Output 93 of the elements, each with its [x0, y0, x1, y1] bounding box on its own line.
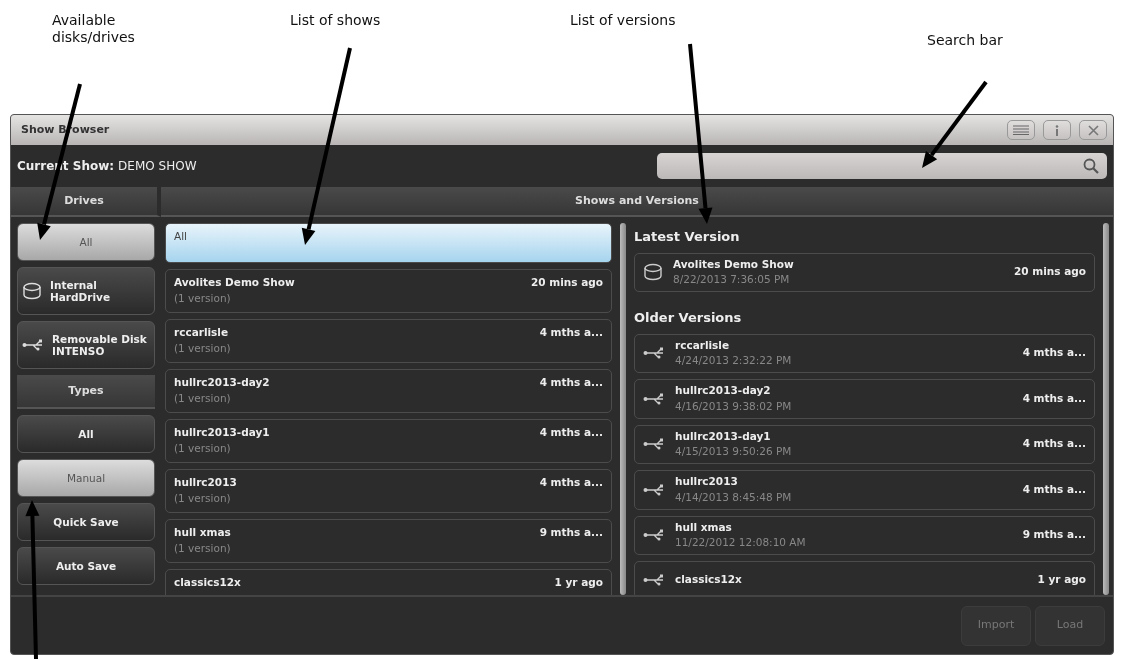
- version-count: (1 version): [174, 540, 232, 556]
- drive-button[interactable]: Internal HardDrive: [17, 267, 155, 315]
- usb-icon: [643, 347, 665, 360]
- column-header: Shows and Versions: [161, 187, 1113, 217]
- drive-button[interactable]: All: [17, 223, 155, 261]
- version-list-item[interactable]: classics12x 1 yr ago: [634, 561, 1095, 595]
- version-date: 11/22/2012 12:08:10 AM: [675, 535, 806, 551]
- type-button[interactable]: Quick Save: [17, 503, 155, 541]
- column-header: Drives: [11, 187, 161, 217]
- version-age: 20 mins ago: [1014, 264, 1086, 280]
- version-count: (1 version): [174, 290, 232, 306]
- type-button[interactable]: All: [17, 415, 155, 453]
- close-button[interactable]: [1079, 120, 1107, 140]
- version-count: (1 version): [174, 340, 232, 356]
- version-list-item[interactable]: rccarlisle 4/24/2013 2:32:22 PM 4 mths a...: [634, 333, 1095, 373]
- current-show-label: Current Show:: [17, 158, 115, 175]
- section-heading: Latest Version: [634, 228, 741, 246]
- callout-label: Search bar: [927, 32, 1003, 49]
- show-age: 4 mths a...: [539, 425, 603, 440]
- show-name: hullrc2013: [174, 475, 237, 490]
- show-list-item[interactable]: hullrc2013-day1 4 mths a... (1 version): [165, 419, 612, 463]
- drive-button[interactable]: Removable Disk INTENSO: [17, 321, 155, 369]
- usb-icon: [643, 574, 665, 586]
- show-list-item[interactable]: All: [165, 223, 612, 263]
- section-heading: Older Versions: [634, 309, 743, 327]
- version-list-item[interactable]: hull xmas 11/22/2012 12:08:10 AM 9 mths a...: [634, 515, 1095, 555]
- show-name: classics12x: [174, 575, 241, 590]
- version-name: hullrc2013-day2: [675, 383, 772, 398]
- version-age: 4 mths a...: [1022, 345, 1086, 361]
- show-name: All: [174, 229, 188, 244]
- version-date: 4/16/2013 9:38:02 PM: [675, 398, 792, 414]
- show-list-item[interactable]: classics12x 1 yr ago: [165, 569, 612, 595]
- version-age: 1 yr ago: [1037, 572, 1086, 588]
- search-icon: [1083, 158, 1099, 174]
- scrollbar[interactable]: [1103, 223, 1109, 595]
- version-date: 4/15/2013 9:50:26 PM: [675, 444, 792, 460]
- version-count: (1 version): [174, 390, 232, 406]
- show-age: 9 mths a...: [539, 525, 603, 540]
- disk-icon: [643, 263, 663, 282]
- show-age: 1 yr ago: [554, 575, 603, 590]
- version-name: classics12x: [675, 572, 742, 588]
- version-name: hullrc2013-day1: [675, 428, 772, 444]
- menu-icon: [1012, 125, 1030, 135]
- show-age: 20 mins ago: [531, 275, 603, 290]
- show-name: hull xmas: [174, 525, 231, 540]
- version-age: 9 mths a...: [1022, 527, 1086, 543]
- usb-icon: [643, 529, 665, 542]
- show-list-item[interactable]: hullrc2013 4 mths a... (1 version): [165, 469, 612, 513]
- disk-icon: [22, 282, 42, 300]
- callout-label: Available disks/drives: [52, 12, 136, 46]
- callout-label: List of versions: [570, 12, 676, 29]
- version-count: (1 version): [174, 440, 232, 456]
- show-age: 4 mths a...: [539, 475, 603, 490]
- show-age: 4 mths a...: [539, 325, 603, 340]
- callout-label: List of shows: [290, 12, 381, 29]
- version-age: 4 mths a...: [1022, 390, 1086, 406]
- menu-button[interactable]: [1007, 120, 1035, 140]
- section-header: Types: [17, 375, 155, 409]
- show-list-item[interactable]: hullrc2013-day2 4 mths a... (1 version): [165, 369, 612, 413]
- current-show-name: DEMO SHOW: [118, 158, 197, 175]
- usb-icon: [643, 483, 665, 496]
- show-list-item[interactable]: rccarlisle 4 mths a... (1 version): [165, 319, 612, 363]
- version-name: hullrc2013: [675, 474, 739, 489]
- version-list-item[interactable]: hullrc2013-day1 4/15/2013 9:50:26 PM 4 mths a...: [634, 424, 1095, 464]
- version-date: 4/14/2013 8:45:48 PM: [675, 489, 792, 505]
- version-date: 8/22/2013 7:36:05 PM: [673, 272, 791, 288]
- version-date: 4/24/2013 2:32:22 PM: [675, 353, 792, 369]
- show-name: hullrc2013-day2: [174, 375, 270, 390]
- usb-icon: [643, 392, 665, 405]
- show-name: rccarlisle: [174, 325, 229, 340]
- info-button[interactable]: [1043, 120, 1071, 140]
- info-icon: [1055, 124, 1059, 136]
- version-list-item[interactable]: hullrc2013-day2 4/16/2013 9:38:02 PM 4 mths a...: [634, 379, 1095, 419]
- search-field[interactable]: [657, 153, 1107, 179]
- version-name: hull xmas: [675, 519, 733, 535]
- version-age: 4 mths a...: [1022, 436, 1086, 452]
- close-icon: [1087, 124, 1099, 136]
- scrollbar[interactable]: [620, 223, 626, 595]
- show-list-item[interactable]: Avolites Demo Show 20 mins ago (1 version): [165, 269, 612, 313]
- usb-icon: [643, 438, 665, 451]
- version-list-item[interactable]: Avolites Demo Show 8/22/2013 7:36:05 PM 20 mins ago: [634, 252, 1095, 292]
- version-name: Avolites Demo Show: [673, 256, 794, 272]
- type-button[interactable]: Auto Save: [17, 547, 155, 585]
- show-name: Avolites Demo Show: [174, 275, 295, 290]
- version-count: (1 version): [174, 490, 232, 506]
- version-age: 4 mths a...: [1022, 481, 1086, 497]
- version-list-item[interactable]: hullrc2013 4/14/2013 8:45:48 PM 4 mths a...: [634, 470, 1095, 510]
- type-button[interactable]: Manual: [17, 459, 155, 497]
- show-age: 4 mths a...: [539, 375, 603, 390]
- show-list-item[interactable]: hull xmas 9 mths a... (1 version): [165, 519, 612, 563]
- version-name: rccarlisle: [675, 337, 731, 353]
- usb-icon: [22, 339, 44, 351]
- show-name: hullrc2013-day1: [174, 425, 270, 440]
